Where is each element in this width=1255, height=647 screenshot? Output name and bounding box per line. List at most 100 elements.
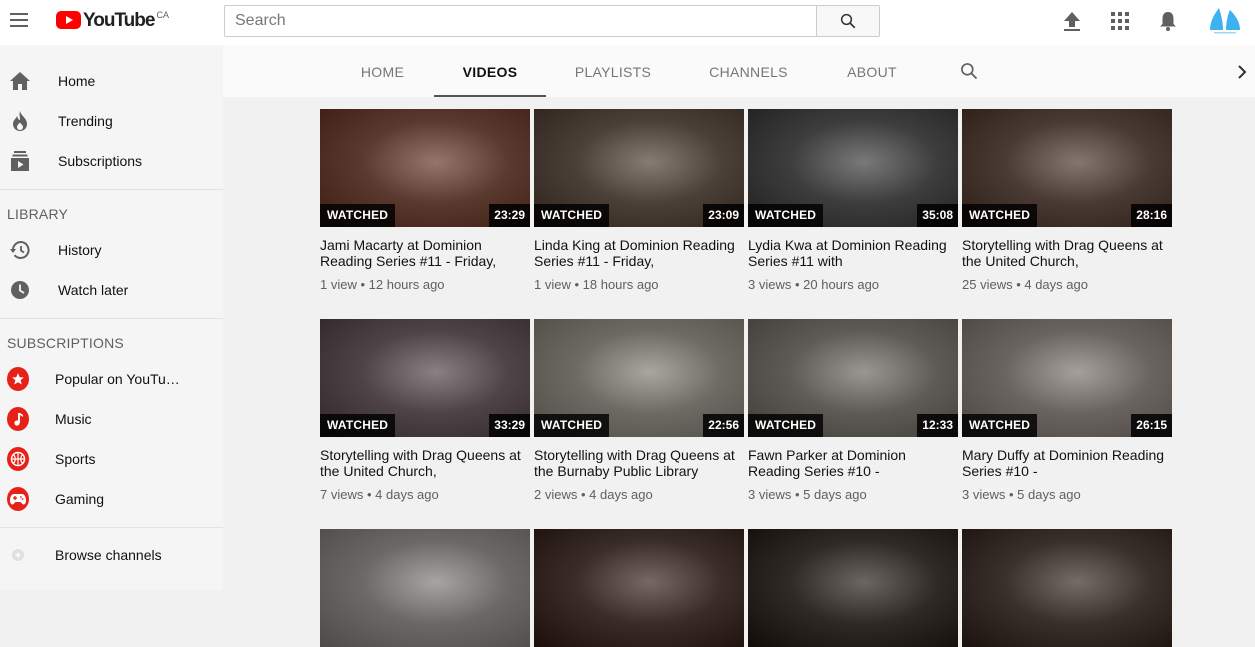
sidebar-item-trending[interactable]: Trending bbox=[0, 101, 223, 141]
video-thumbnail[interactable] bbox=[320, 529, 530, 647]
watched-badge: WATCHED bbox=[962, 204, 1038, 227]
sidebar-item-history[interactable]: History bbox=[0, 230, 223, 270]
search-button[interactable] bbox=[816, 5, 880, 37]
video-thumbnail[interactable]: WATCHED 28:16 bbox=[962, 109, 1172, 227]
duration-badge: 22:56 bbox=[703, 414, 744, 437]
sidebar-item-subscriptions[interactable]: Subscriptions bbox=[0, 141, 223, 181]
video-meta: 1 view • 12 hours ago bbox=[320, 277, 530, 292]
video-meta: 7 views • 4 days ago bbox=[320, 487, 530, 502]
meta-separator: • bbox=[791, 487, 804, 502]
clock-icon bbox=[9, 279, 31, 301]
view-count: 7 views bbox=[320, 487, 364, 502]
video-title[interactable]: Fawn Parker at Dominion Reading Series #… bbox=[748, 447, 958, 479]
video-title[interactable]: Storytelling with Drag Queens at the Uni… bbox=[962, 237, 1172, 269]
sidebar-item-gaming[interactable]: Gaming bbox=[0, 479, 223, 519]
notifications-button[interactable] bbox=[1157, 10, 1179, 32]
video-card[interactable]: WATCHED 12:33 Fawn Parker at Dominion Read… bbox=[748, 319, 958, 502]
sidebar-divider bbox=[0, 189, 223, 190]
video-title[interactable]: Mary Duffy at Dominion Reading Series #1… bbox=[962, 447, 1172, 479]
logo-region: CA bbox=[156, 10, 169, 20]
tab-channels[interactable]: CHANNELS bbox=[703, 45, 794, 97]
bell-icon bbox=[1160, 12, 1176, 31]
video-card[interactable]: WATCHED 26:15 Mary Duffy at Dominion Readi… bbox=[962, 319, 1172, 502]
video-card[interactable]: WATCHED 35:08 Lydia Kwa at Dominion Readin… bbox=[748, 109, 958, 292]
duration-badge: 28:16 bbox=[1131, 204, 1172, 227]
video-title[interactable]: Jami Macarty at Dominion Reading Series … bbox=[320, 237, 530, 269]
video-card[interactable]: WATCHED 33:29 Storytelling with Drag Queen… bbox=[320, 319, 530, 502]
sidebar-item-popular[interactable]: Popular on YouTu… bbox=[0, 359, 223, 399]
video-meta: 1 view • 18 hours ago bbox=[534, 277, 744, 292]
view-count: 2 views bbox=[534, 487, 578, 502]
upload-button[interactable] bbox=[1061, 10, 1083, 32]
video-thumbnail[interactable]: WATCHED 26:15 bbox=[962, 319, 1172, 437]
channel-search-button[interactable] bbox=[959, 61, 981, 83]
tabs-next-button[interactable] bbox=[1235, 63, 1249, 81]
youtube-logo[interactable]: YouTube CA bbox=[56, 10, 169, 31]
tab-playlists[interactable]: PLAYLISTS bbox=[567, 45, 659, 97]
tab-about[interactable]: ABOUT bbox=[837, 45, 907, 97]
search-input[interactable] bbox=[224, 5, 816, 37]
apps-button[interactable] bbox=[1109, 10, 1131, 32]
sidebar-item-home[interactable]: Home bbox=[0, 61, 223, 101]
top-bar: YouTube CA bbox=[0, 0, 1255, 45]
video-title[interactable]: Lydia Kwa at Dominion Reading Series #11… bbox=[748, 237, 958, 269]
sidebar-item-label: Browse channels bbox=[55, 547, 162, 563]
watched-badge: WATCHED bbox=[748, 204, 824, 227]
video-thumbnail[interactable] bbox=[534, 529, 744, 647]
video-meta: 2 views • 4 days ago bbox=[534, 487, 744, 502]
video-thumbnail[interactable] bbox=[748, 529, 958, 647]
video-thumbnail[interactable]: WATCHED 23:09 bbox=[534, 109, 744, 227]
video-card[interactable] bbox=[320, 529, 530, 647]
duration-badge: 12:33 bbox=[917, 414, 958, 437]
video-thumbnail[interactable]: WATCHED 22:56 bbox=[534, 319, 744, 437]
sidebar-item-browse-channels[interactable]: Browse channels bbox=[0, 536, 223, 574]
upload-icon bbox=[1064, 12, 1080, 31]
duration-badge: 33:29 bbox=[489, 414, 530, 437]
video-card[interactable]: WATCHED 22:56 Storytelling with Drag Queen… bbox=[534, 319, 744, 502]
video-meta: 25 views • 4 days ago bbox=[962, 277, 1172, 292]
apps-grid-icon bbox=[1111, 12, 1129, 30]
video-title[interactable]: Linda King at Dominion Reading Series #1… bbox=[534, 237, 744, 269]
video-card[interactable] bbox=[962, 529, 1172, 647]
home-icon bbox=[9, 70, 31, 92]
thumbnail-image bbox=[320, 529, 530, 647]
tab-home[interactable]: HOME bbox=[350, 45, 415, 97]
video-card[interactable] bbox=[534, 529, 744, 647]
account-avatar[interactable] bbox=[1208, 6, 1242, 36]
watched-badge: WATCHED bbox=[320, 414, 396, 437]
search-icon bbox=[840, 13, 856, 29]
tab-videos[interactable]: VIDEOS bbox=[434, 45, 546, 97]
video-title[interactable]: Storytelling with Drag Queens at the Uni… bbox=[320, 447, 530, 479]
play-logo-icon bbox=[56, 11, 81, 29]
video-card[interactable]: WATCHED 23:29 Jami Macarty at Dominion Rea… bbox=[320, 109, 530, 292]
upload-age: 4 days ago bbox=[375, 487, 439, 502]
video-title[interactable]: Storytelling with Drag Queens at the Bur… bbox=[534, 447, 744, 479]
sidebar-item-sports[interactable]: Sports bbox=[0, 439, 223, 479]
meta-separator: • bbox=[363, 487, 376, 502]
meta-separator: • bbox=[1012, 277, 1025, 292]
plus-circle-icon bbox=[7, 544, 29, 566]
video-thumbnail[interactable]: WATCHED 33:29 bbox=[320, 319, 530, 437]
video-meta: 3 views • 20 hours ago bbox=[748, 277, 958, 292]
video-card[interactable] bbox=[748, 529, 958, 647]
video-meta: 3 views • 5 days ago bbox=[962, 487, 1172, 502]
video-thumbnail[interactable]: WATCHED 35:08 bbox=[748, 109, 958, 227]
gamepad-icon bbox=[7, 487, 29, 511]
sidebar-item-label: Music bbox=[55, 411, 92, 427]
video-thumbnail[interactable]: WATCHED 23:29 bbox=[320, 109, 530, 227]
hamburger-menu-icon[interactable] bbox=[10, 13, 28, 27]
video-card[interactable]: WATCHED 28:16 Storytelling with Drag Queen… bbox=[962, 109, 1172, 292]
music-note-icon bbox=[7, 407, 29, 431]
sidebar-item-music[interactable]: Music bbox=[0, 399, 223, 439]
sidebar-item-label: Watch later bbox=[58, 282, 129, 298]
duration-badge: 26:15 bbox=[1131, 414, 1172, 437]
sidebar-divider bbox=[0, 527, 223, 528]
sidebar-item-label: Popular on YouTu… bbox=[55, 371, 180, 387]
meta-separator: • bbox=[791, 277, 804, 292]
video-thumbnail[interactable]: WATCHED 12:33 bbox=[748, 319, 958, 437]
video-thumbnail[interactable] bbox=[962, 529, 1172, 647]
video-card[interactable]: WATCHED 23:09 Linda King at Dominion Readi… bbox=[534, 109, 744, 292]
view-count: 25 views bbox=[962, 277, 1013, 292]
thumbnail-image bbox=[962, 529, 1172, 647]
sidebar-item-watch-later[interactable]: Watch later bbox=[0, 270, 223, 310]
